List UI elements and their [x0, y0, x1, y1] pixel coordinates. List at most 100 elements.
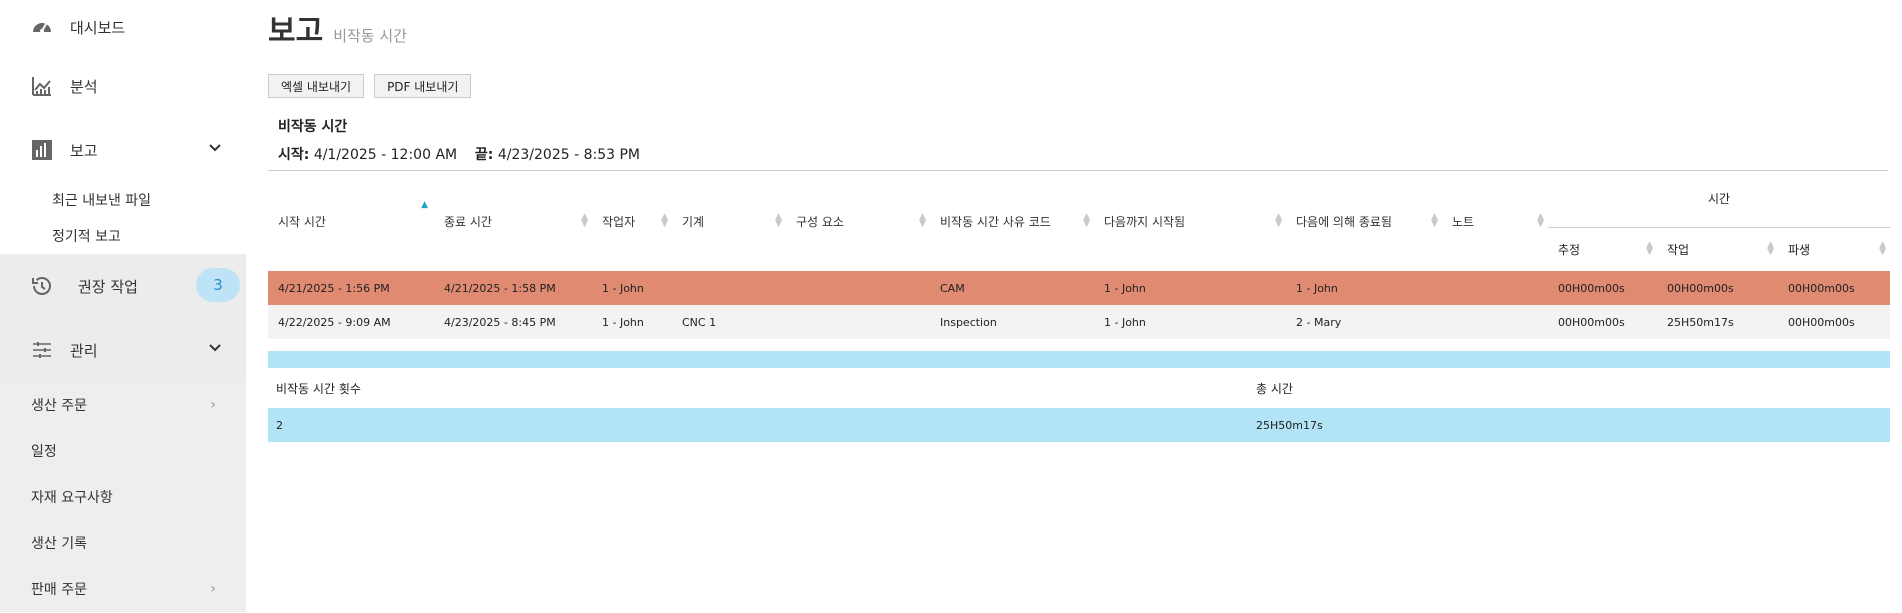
sort-icon[interactable]: ▲ ▼ [1879, 241, 1886, 257]
col-label: 시작 시간 [278, 214, 326, 229]
subnav-scheduled-reports[interactable]: 정기적 보고 [0, 218, 246, 254]
sort-icon[interactable]: ▲ ▼ [1537, 213, 1544, 229]
sort-icon[interactable]: ▲ ▼ [1431, 213, 1438, 229]
cell-component [786, 305, 930, 339]
col-header-estimated[interactable]: 추정 ▲ ▼ [1548, 227, 1657, 271]
col-header-reason-code[interactable]: 비작동 시간 사유 코드 ▲ ▼ [930, 171, 1094, 271]
subnav-production-orders[interactable]: 생산 주문 › [0, 382, 246, 428]
col-header-component[interactable]: 구성 요소 ▲ ▼ [786, 171, 930, 271]
subnav-label: 자재 요구사항 [31, 490, 113, 506]
export-excel-button[interactable]: 엑셀 내보내기 [268, 74, 365, 98]
col-label: 기계 [682, 214, 705, 229]
summary-count-value: 2 [276, 418, 283, 432]
cell-derived: 00H00m00s [1778, 271, 1890, 305]
end-label: 끝: [474, 147, 494, 163]
main-content: 보고 비작동 시간 엑셀 내보내기 PDF 내보내기 비작동 시간 시작: 4/… [246, 0, 1902, 613]
col-header-notes[interactable]: 노트 ▲ ▼ [1442, 171, 1548, 271]
subnav-schedule[interactable]: 일정 [0, 428, 246, 474]
col-header-derived[interactable]: 파생 ▲ ▼ [1778, 227, 1890, 271]
cell-work: 25H50m17s [1657, 305, 1778, 339]
cell-notes [1442, 271, 1548, 305]
end-value: 4/23/2025 - 8:53 PM [497, 147, 640, 163]
cell-work: 00H00m00s [1657, 271, 1778, 305]
sort-icon[interactable]: ▲ ▼ [661, 213, 668, 229]
summary-count-label: 비작동 시간 횟수 [276, 381, 361, 396]
sort-icon[interactable]: ▲ ▼ [1275, 213, 1282, 229]
subnav-sales-orders[interactable]: 판매 주문 › [0, 566, 246, 612]
reports-submenu: 최근 내보낸 파일 정기적 보고 [0, 182, 246, 254]
sort-ascending-icon[interactable]: ▲▼ [421, 201, 428, 216]
start-label: 시작: [278, 147, 310, 163]
cell-operator: 1 - John [592, 305, 672, 339]
sidebar: 대시보드 분석 보고 최근 내보낸 파일 정기적 보고 권장 작업 3 관리 생… [0, 0, 246, 613]
nav-analytics[interactable]: 분석 [0, 54, 246, 118]
export-pdf-button[interactable]: PDF 내보내기 [374, 74, 472, 98]
report-date-range: 시작: 4/1/2025 - 12:00 AM 끝: 4/23/2025 - 8… [278, 144, 1890, 164]
subnav-production-records[interactable]: 생산 기록 [0, 520, 246, 566]
cell-start-time: 4/22/2025 - 9:09 AM [268, 305, 434, 339]
page-title: 보고 [268, 14, 324, 49]
analytics-chart-icon [30, 74, 54, 98]
col-label: 비작동 시간 사유 코드 [940, 214, 1051, 229]
cell-started-by: 1 - John [1094, 305, 1286, 339]
downtime-table: 시작 시간 ▲▼ 종료 시간 ▲▼ 작업자 ▲▼ 기계 ▲▼ [268, 171, 1890, 339]
summary-header: 비작동 시간 횟수 총 시간 [268, 368, 1890, 408]
col-header-started-by[interactable]: 다음까지 시작됨 ▲ ▼ [1094, 171, 1286, 271]
cell-estimated: 00H00m00s [1548, 271, 1657, 305]
col-header-work[interactable]: 작업 ▲ ▼ [1657, 227, 1778, 271]
chevron-down-icon [208, 141, 222, 159]
col-group-time: 시간 [1548, 171, 1890, 228]
toolbar: 엑셀 내보내기 PDF 내보내기 [268, 74, 1890, 98]
col-label: 추정 [1558, 242, 1581, 257]
cell-estimated: 00H00m00s [1548, 305, 1657, 339]
sort-icon[interactable]: ▲ ▼ [919, 213, 926, 229]
cell-machine [672, 271, 786, 305]
nav-analytics-label: 분석 [70, 77, 98, 96]
sort-icon[interactable]: ▲ ▼ [1646, 241, 1653, 257]
table-row[interactable]: 4/22/2025 - 9:09 AM 4/23/2025 - 8:45 PM … [268, 305, 1890, 339]
nav-recommended[interactable]: 권장 작업 3 [0, 254, 246, 318]
speedometer-icon [30, 15, 54, 39]
chevron-down-icon [208, 341, 222, 359]
summary-total-value: 25H50m17s [1256, 418, 1323, 432]
summary-total-label: 총 시간 [1256, 381, 1293, 396]
summary-row: 2 25H50m17s [268, 408, 1890, 442]
nav-reports-label: 보고 [70, 141, 98, 160]
col-header-start-time[interactable]: 시작 시간 ▲▼ [268, 171, 434, 271]
nav-dashboard[interactable]: 대시보드 [0, 0, 246, 54]
nav-management-label: 관리 [70, 341, 98, 360]
cell-machine: CNC 1 [672, 305, 786, 339]
col-header-ended-by[interactable]: 다음에 의해 종료됨 ▲ ▼ [1286, 171, 1442, 271]
sort-icon[interactable]: ▲ ▼ [1083, 213, 1090, 229]
page-header: 보고 비작동 시간 [268, 0, 1890, 49]
cell-derived: 00H00m00s [1778, 305, 1890, 339]
start-value: 4/1/2025 - 12:00 AM [313, 147, 458, 163]
nav-dashboard-label: 대시보드 [70, 18, 126, 37]
col-label: 작업자 [602, 214, 636, 229]
col-label: 구성 요소 [796, 214, 844, 229]
subnav-label: 생산 주문 [31, 398, 87, 414]
col-header-operator[interactable]: 작업자 ▲ ▼ [592, 171, 672, 271]
bar-chart-icon [30, 138, 54, 162]
cell-ended-by: 1 - John [1286, 271, 1442, 305]
col-header-end-time[interactable]: 종료 시간 ▲ ▼ [434, 171, 592, 271]
subnav-material-requirements[interactable]: 자재 요구사항 [0, 474, 246, 520]
cell-ended-by: 2 - Mary [1286, 305, 1442, 339]
cell-started-by: 1 - John [1094, 271, 1286, 305]
col-label: 종료 시간 [444, 214, 492, 229]
nav-management[interactable]: 관리 [0, 318, 246, 382]
history-icon [30, 274, 54, 298]
sort-icon[interactable]: ▲ ▼ [581, 213, 588, 229]
sort-icon[interactable]: ▲ ▼ [1767, 241, 1774, 257]
nav-reports[interactable]: 보고 [0, 118, 246, 182]
col-label: 다음까지 시작됨 [1104, 214, 1186, 229]
sort-icon[interactable]: ▲ ▼ [775, 213, 782, 229]
cell-start-time: 4/21/2025 - 1:56 PM [268, 271, 434, 305]
table-row[interactable]: 4/21/2025 - 1:56 PM 4/21/2025 - 1:58 PM … [268, 271, 1890, 305]
subnav-recent-exports[interactable]: 최근 내보낸 파일 [0, 182, 246, 218]
col-header-machine[interactable]: 기계 ▲ ▼ [672, 171, 786, 271]
cell-reason-code: Inspection [930, 305, 1094, 339]
cell-reason-code: CAM [930, 271, 1094, 305]
summary-separator-bar [268, 351, 1890, 368]
subnav-label: 일정 [31, 444, 57, 460]
